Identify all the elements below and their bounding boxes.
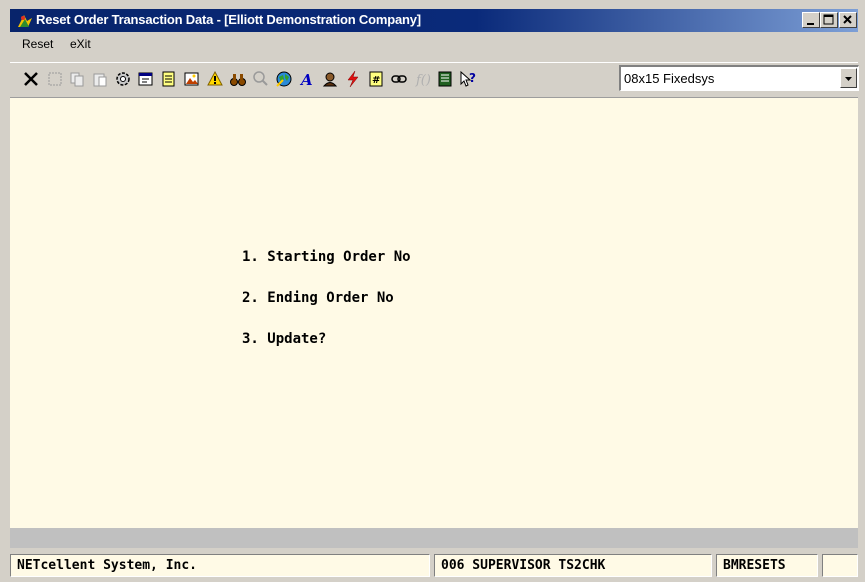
- toolbar-image-button[interactable]: [181, 66, 203, 92]
- status-user: 006 SUPERVISOR TS2CHK: [441, 558, 606, 573]
- field-update[interactable]: 3. Update?: [242, 331, 326, 347]
- magnifier-icon: [253, 71, 268, 86]
- function-icon: f(): [415, 73, 431, 88]
- toolbar-note-button[interactable]: [158, 66, 180, 92]
- font-select-value: 08x15 Fixedsys: [624, 71, 715, 86]
- minimize-icon: [807, 23, 814, 25]
- status-company-panel: NETcellent System, Inc.: [10, 554, 430, 577]
- toolbar-function-button[interactable]: f(): [411, 66, 433, 92]
- copy-icon: [70, 72, 84, 87]
- toolbar-notebook-button[interactable]: [434, 66, 456, 92]
- link-icon: [391, 75, 407, 83]
- status-bar: NETcellent System, Inc. 006 SUPERVISOR T…: [10, 554, 858, 578]
- binoculars-icon: [230, 74, 246, 86]
- toolbar-warning-button[interactable]: [204, 66, 226, 92]
- svg-text:#: #: [372, 75, 380, 86]
- toolbar-font-button[interactable]: A: [296, 66, 318, 92]
- note-icon: [162, 71, 175, 87]
- image-icon: [184, 72, 199, 86]
- maximize-icon: [823, 14, 834, 25]
- window-title: Reset Order Transaction Data - [Elliott …: [36, 12, 421, 27]
- svg-text:?: ?: [469, 71, 476, 85]
- lightning-icon: [347, 70, 359, 88]
- menu-exit[interactable]: eXit: [70, 37, 91, 51]
- field-starting-order-no[interactable]: 1. Starting Order No: [242, 249, 411, 265]
- close-button[interactable]: [839, 12, 857, 28]
- toolbar-user-button[interactable]: [319, 66, 341, 92]
- maximize-button[interactable]: [820, 12, 838, 28]
- message-line: [10, 528, 858, 548]
- font-select-dropdown-button[interactable]: [840, 68, 857, 88]
- toolbar-help-button[interactable]: ?: [457, 66, 479, 92]
- close-icon: [24, 72, 38, 86]
- font-select[interactable]: 08x15 Fixedsys: [619, 65, 859, 91]
- application-window: Reset Order Transaction Data - [Elliott …: [0, 0, 865, 582]
- toolbar-globe-button[interactable]: [273, 66, 295, 92]
- user-icon: [322, 72, 338, 87]
- status-program-panel: BMRESETS: [716, 554, 818, 577]
- svg-text:f(): f(): [415, 73, 431, 88]
- form-area: 1. Starting Order No 2. Ending Order No …: [10, 97, 858, 529]
- warning-icon: [207, 70, 223, 86]
- toolbar-search-button[interactable]: [250, 66, 272, 92]
- font-icon: A: [299, 71, 313, 88]
- minimize-button[interactable]: [802, 12, 820, 28]
- toolbar-gear-button[interactable]: [112, 66, 134, 92]
- close-icon: [843, 15, 852, 24]
- status-extra-panel: [822, 554, 858, 577]
- status-user-panel: 006 SUPERVISOR TS2CHK: [434, 554, 712, 577]
- menu-bar: Reset eXit: [10, 33, 858, 55]
- blank-icon: [48, 72, 62, 86]
- toolbar-copy-button[interactable]: [66, 66, 88, 92]
- notebook-icon: [438, 71, 452, 87]
- toolbar-calculator-button[interactable]: #: [365, 66, 387, 92]
- globe-icon: [276, 71, 292, 87]
- chevron-down-icon: [845, 77, 852, 81]
- toolbar-link-button[interactable]: [388, 66, 410, 92]
- help-pointer-icon: ?: [460, 70, 476, 87]
- app-icon: [16, 12, 34, 30]
- toolbar-blank-button[interactable]: [44, 66, 66, 92]
- paste-icon: [93, 73, 107, 87]
- svg-text:A: A: [299, 71, 313, 88]
- field-ending-order-no[interactable]: 2. Ending Order No: [242, 290, 394, 306]
- properties-icon: [138, 72, 153, 86]
- title-bar[interactable]: Reset Order Transaction Data - [Elliott …: [10, 9, 858, 32]
- status-company: NETcellent System, Inc.: [17, 558, 198, 573]
- status-program: BMRESETS: [723, 558, 786, 573]
- toolbar-close-button[interactable]: [20, 66, 42, 92]
- toolbar-lightning-button[interactable]: [342, 66, 364, 92]
- toolbar-paste-button[interactable]: [89, 66, 111, 92]
- toolbar-find-button[interactable]: [227, 66, 249, 92]
- gear-icon: [116, 72, 130, 86]
- calculator-icon: #: [369, 71, 383, 87]
- menu-reset[interactable]: Reset: [22, 37, 53, 51]
- toolbar-properties-button[interactable]: [135, 66, 157, 92]
